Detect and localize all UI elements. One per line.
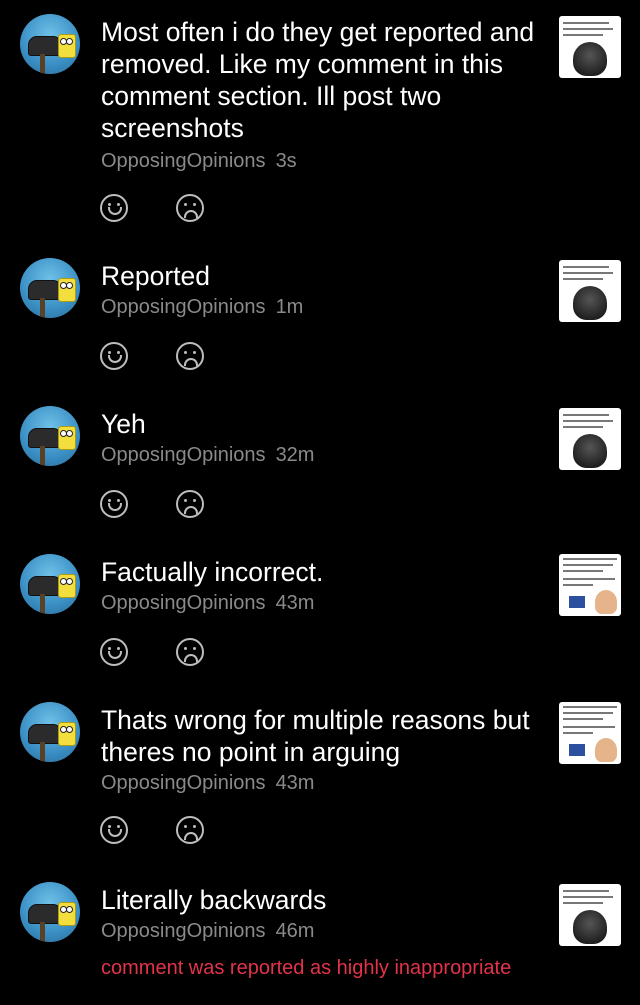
reaction-bar [100, 816, 220, 844]
smile-icon[interactable] [100, 490, 128, 518]
frown-icon[interactable] [176, 490, 204, 518]
smile-icon[interactable] [100, 342, 128, 370]
smile-icon[interactable] [100, 816, 128, 844]
reaction-bar [100, 194, 220, 222]
report-status: comment was reported as highly inappropr… [101, 957, 512, 979]
comment-meta: OpposingOpinions 46m [101, 920, 314, 943]
frown-icon[interactable] [176, 194, 204, 222]
comment-text: Literally backwards [101, 885, 327, 915]
comment-text: Factually incorrect. [101, 557, 324, 587]
post-thumbnail[interactable] [559, 16, 621, 78]
comment-meta: OpposingOpinions 3s [101, 150, 297, 173]
smile-icon[interactable] [100, 638, 128, 666]
username[interactable]: OpposingOpinions [101, 920, 266, 942]
comment-text: Yeh [101, 409, 146, 439]
comment-meta: OpposingOpinions 1m [101, 296, 303, 319]
timestamp: 32m [275, 444, 315, 466]
username[interactable]: OpposingOpinions [101, 444, 266, 466]
username[interactable]: OpposingOpinions [101, 296, 266, 318]
smile-icon[interactable] [100, 194, 128, 222]
reaction-bar [100, 342, 220, 370]
timestamp: 43m [275, 592, 315, 614]
timestamp: 43m [275, 772, 315, 794]
username[interactable]: OpposingOpinions [101, 592, 266, 614]
frown-icon[interactable] [176, 816, 204, 844]
post-thumbnail[interactable] [559, 408, 621, 470]
avatar[interactable] [20, 14, 80, 74]
avatar[interactable] [20, 406, 80, 466]
post-thumbnail[interactable] [559, 702, 621, 764]
post-thumbnail[interactable] [559, 884, 621, 946]
comment-meta: OpposingOpinions 43m [101, 772, 314, 795]
comment-meta: OpposingOpinions 43m [101, 592, 314, 615]
comment-text: Thats wrong for multiple reasons but the… [101, 705, 530, 767]
reaction-bar [100, 638, 220, 666]
comment-meta: OpposingOpinions 32m [101, 444, 314, 467]
timestamp: 3s [275, 150, 297, 172]
frown-icon[interactable] [176, 342, 204, 370]
username[interactable]: OpposingOpinions [101, 772, 266, 794]
timestamp: 46m [275, 920, 315, 942]
frown-icon[interactable] [176, 638, 204, 666]
avatar[interactable] [20, 554, 80, 614]
avatar[interactable] [20, 882, 80, 942]
post-thumbnail[interactable] [559, 554, 621, 616]
comment-text: Most often i do they get reported and re… [101, 17, 535, 143]
avatar[interactable] [20, 702, 80, 762]
username[interactable]: OpposingOpinions [101, 150, 266, 172]
avatar[interactable] [20, 258, 80, 318]
comment-text: Reported [101, 261, 211, 291]
timestamp: 1m [275, 296, 304, 318]
reaction-bar [100, 490, 220, 518]
post-thumbnail[interactable] [559, 260, 621, 322]
